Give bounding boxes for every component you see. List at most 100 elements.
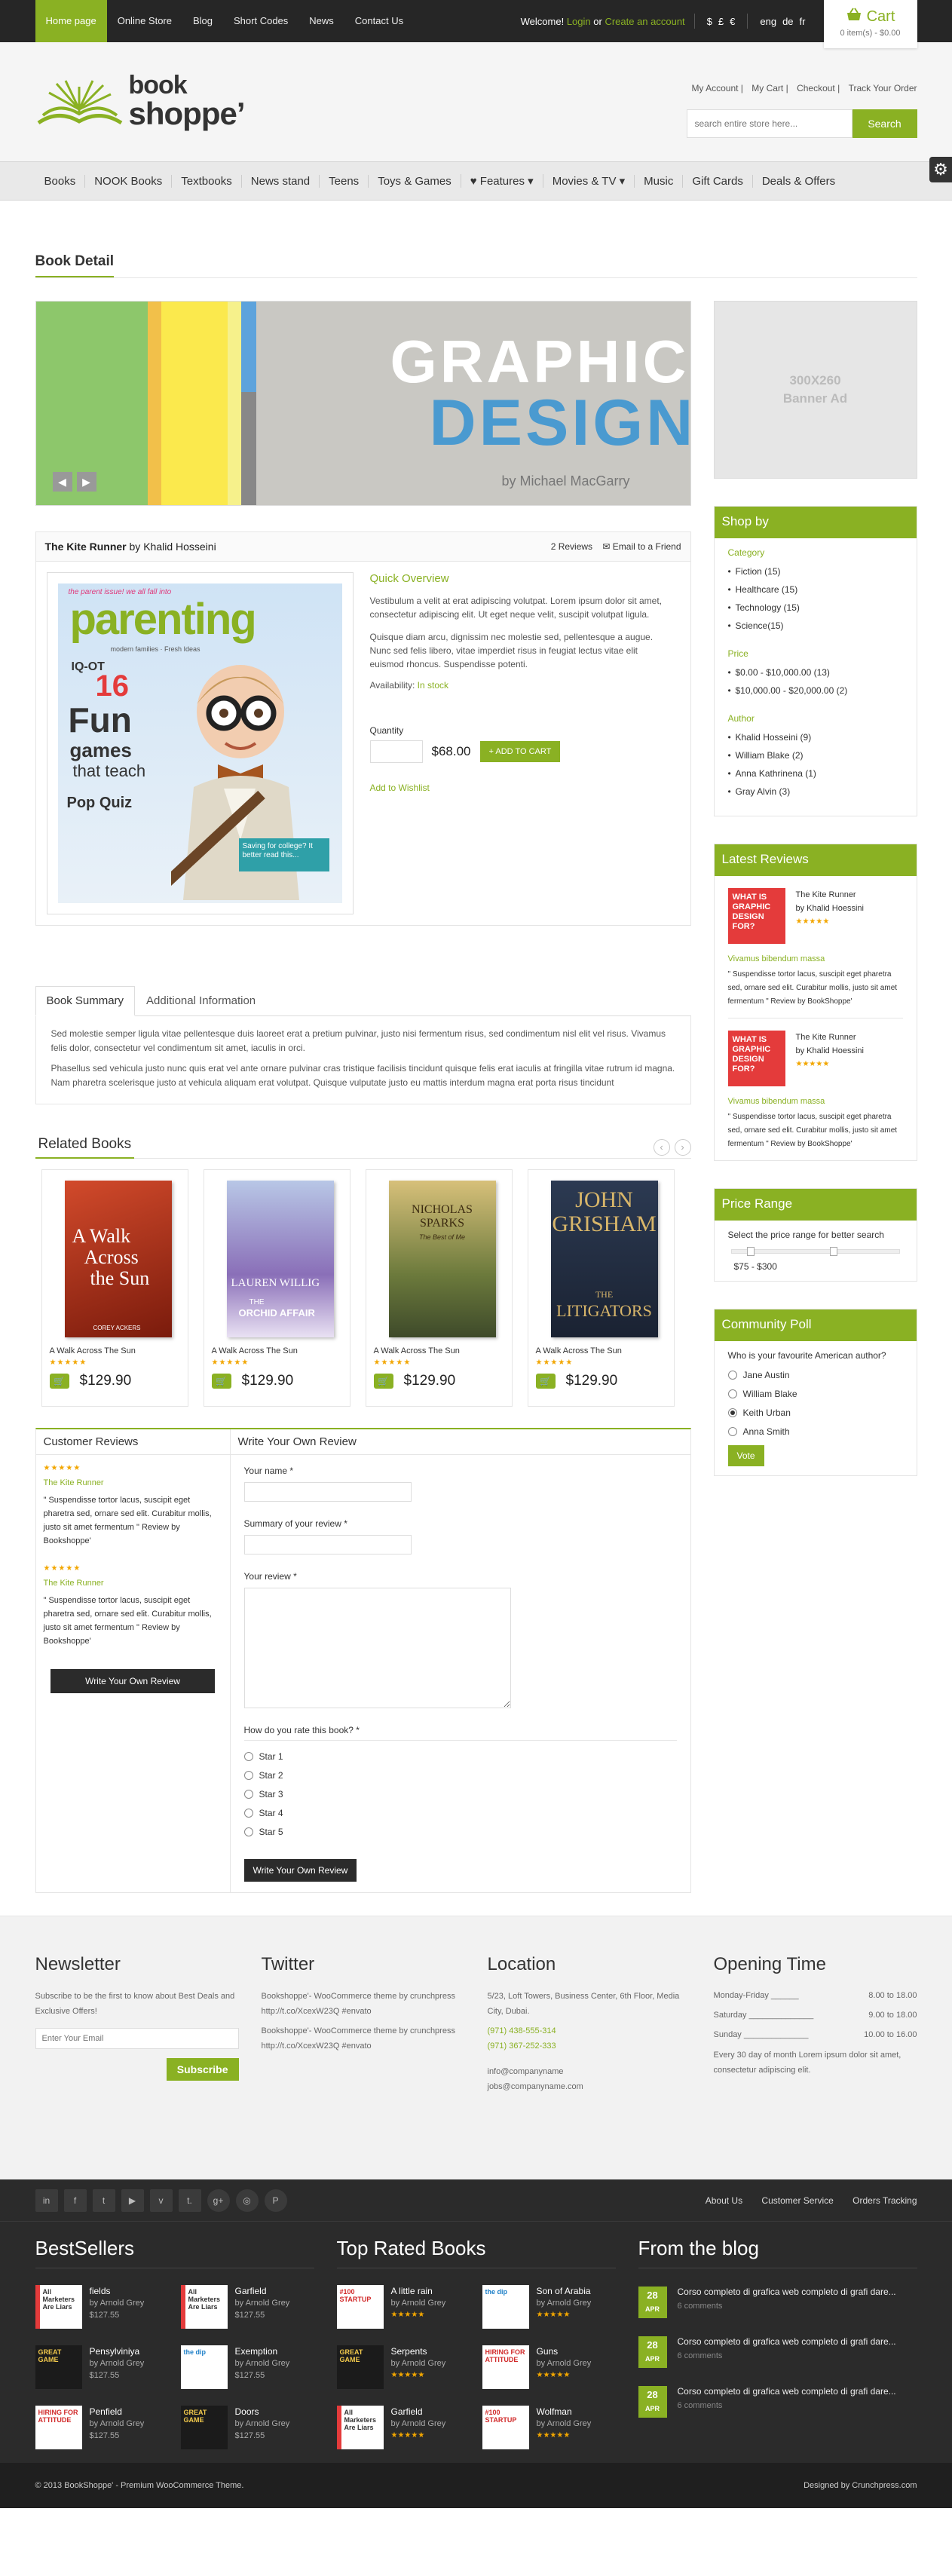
write-review-button[interactable]: Write Your Own Review [51,1669,215,1693]
logo[interactable]: book shoppe’ [35,72,246,130]
chevron-right-icon[interactable]: › [674,1138,691,1156]
name-field[interactable] [243,1482,412,1502]
latest-review-item[interactable]: WHAT IS GRAPHIC DESIGN FOR? The Kite Run… [727,885,903,944]
star-4-radio[interactable]: Star 4 [243,1803,677,1822]
nav-toys-games[interactable]: Toys & Games [368,174,461,188]
cart-widget[interactable]: Cart 0 item(s) - $0.00 [823,0,917,48]
bestseller-item[interactable]: HIRING FOR ATTITUDE Penfield by Arnold Gre… [35,2406,169,2449]
checkout-link[interactable]: Checkout [797,83,835,93]
newsletter-email-input[interactable] [35,2028,239,2049]
top-rated-item[interactable]: HIRING FOR ATTITUDE Guns by Arnold Grey ★★★… [482,2345,616,2389]
poll-option[interactable]: Jane Austin [727,1365,903,1384]
bestseller-item[interactable]: All Marketers Are Liars fields by Arnold G… [35,2285,169,2329]
nav-features[interactable]: ♥ Features ▾ [460,174,543,188]
youtube-icon[interactable]: ▶ [121,2189,144,2212]
gear-icon[interactable]: ⚙ [929,157,952,182]
pinterest-icon[interactable]: P [264,2189,287,2212]
related-book-card[interactable]: NICHOLAS SPARKS The Best of Me A Walk Ac… [365,1169,513,1407]
nav-movies-tv[interactable]: Movies & TV ▾ [542,174,634,188]
latest-review-item[interactable]: WHAT IS GRAPHIC DESIGN FOR? The Kite Run… [727,1028,903,1086]
top-rated-item[interactable]: #100 STARTUP Wolfman by Arnold Grey ★★★★★ [482,2406,616,2449]
nav-textbooks[interactable]: Textbooks [171,174,241,188]
top-rated-item[interactable]: GREAT GAME Serpents by Arnold Grey ★★★★★ [336,2345,470,2389]
email-2[interactable]: jobs@companyname.com [488,2079,691,2094]
add-to-wishlist-link[interactable]: Add to Wishlist [370,783,430,793]
basket-icon[interactable]: 🛒 [373,1374,393,1389]
tab-book-summary[interactable]: Book Summary [35,986,136,1016]
author-filter[interactable]: Anna Kathrinena (1) [728,764,903,783]
book-name[interactable]: A Walk Across The Sun [536,1346,666,1355]
email-1[interactable]: info@companyname [488,2064,691,2079]
linkedin-icon[interactable]: in [35,2189,58,2212]
basket-icon[interactable]: 🛒 [49,1374,69,1389]
poll-option[interactable]: Keith Urban [727,1403,903,1422]
quantity-input[interactable] [369,740,423,763]
category-fiction[interactable]: Fiction (15) [728,562,903,580]
login-link[interactable]: Login [567,16,591,27]
lang-de[interactable]: de [782,16,793,27]
review-textarea[interactable] [243,1588,511,1708]
nav-news-stand[interactable]: News stand [240,174,319,188]
book-name[interactable]: A Walk Across The Sun [50,1346,180,1355]
designed-by[interactable]: Designed by Crunchpress.com [804,2481,917,2490]
star-2-radio[interactable]: Star 2 [243,1766,677,1784]
submit-review-button[interactable]: Write Your Own Review [243,1859,357,1882]
search-input[interactable] [686,109,853,138]
add-to-cart-button[interactable]: + ADD TO CART [479,741,561,762]
bestseller-item[interactable]: the dip Exemption by Arnold Grey $127.55 [180,2345,314,2389]
review-book[interactable]: The Kite Runner [44,1478,222,1487]
blog-post[interactable]: 28 APR Corso completo di grafica web compl… [638,2287,917,2318]
category-technology[interactable]: Technology (15) [728,599,903,617]
price-slider[interactable] [730,1247,900,1256]
about-us-link[interactable]: About Us [706,2195,742,2206]
subscribe-button[interactable]: Subscribe [166,2058,239,2081]
nav-nook-books[interactable]: NOOK Books [84,174,171,188]
star-3-radio[interactable]: Star 3 [243,1784,677,1803]
related-book-card[interactable]: A Walk Across the Sun COREY ACKERS A Wal… [41,1169,188,1407]
slider-handle-max[interactable] [829,1247,837,1256]
banner-ad[interactable]: 300X260 Banner Ad [713,301,917,479]
star-1-radio[interactable]: Star 1 [243,1747,677,1766]
summary-field[interactable] [243,1535,412,1554]
my-account-link[interactable]: My Account [691,83,738,93]
related-book-card[interactable]: JOHN GRISHAM THE LITIGATORS A Walk Acros… [527,1169,675,1407]
customer-service-link[interactable]: Customer Service [761,2195,833,2206]
book-name[interactable]: A Walk Across The Sun [212,1346,342,1355]
basket-icon[interactable]: 🛒 [535,1374,556,1389]
tumblr-icon[interactable]: t. [178,2189,201,2212]
email-friend-link[interactable]: Email to a Friend [613,541,681,552]
top-nav-online-store[interactable]: Online Store [107,0,182,42]
currency-gbp[interactable]: £ [718,16,724,27]
price-filter[interactable]: $0.00 - $10,000.00 (13) [728,663,903,682]
currency-eur[interactable]: € [730,16,735,27]
author-filter[interactable]: Khalid Hosseini (9) [728,728,903,746]
bestseller-item[interactable]: All Marketers Are Liars Garfield by Arnold… [180,2285,314,2329]
review-book[interactable]: The Kite Runner [44,1579,222,1588]
nav-music[interactable]: Music [634,174,682,188]
blog-post[interactable]: 28 APR Corso completo di grafica web compl… [638,2336,917,2368]
lang-fr[interactable]: fr [800,16,806,27]
prev-arrow-icon[interactable]: ◀ [52,472,72,492]
star-5-radio[interactable]: Star 5 [243,1822,677,1841]
nav-gift-cards[interactable]: Gift Cards [682,174,752,188]
top-nav-news[interactable]: News [298,0,344,42]
nav-books[interactable]: Books [35,175,85,188]
lang-eng[interactable]: eng [760,16,776,27]
bestseller-item[interactable]: GREAT GAME Pensylviniya by Arnold Grey $127… [35,2345,169,2389]
top-rated-item[interactable]: All Marketers Are Liars Garfield by Arnold… [336,2406,470,2449]
category-healthcare[interactable]: Healthcare (15) [728,580,903,599]
related-book-card[interactable]: LAUREN WILLIG THE ORCHID AFFAIR A Walk A… [203,1169,350,1407]
top-rated-item[interactable]: the dip Son of Arabia by Arnold Grey ★★★★★ [482,2285,616,2329]
create-account-link[interactable]: Create an account [605,16,684,27]
category-science[interactable]: Science(15) [728,617,903,635]
my-cart-link[interactable]: My Cart [751,83,783,93]
top-nav-blog[interactable]: Blog [182,0,223,42]
top-nav-contact[interactable]: Contact Us [344,0,414,42]
tweet-link[interactable]: http://t.co/XcexW23Q #envato [262,2042,372,2051]
author-filter[interactable]: Gray Alvin (3) [728,783,903,801]
poll-option[interactable]: William Blake [727,1384,903,1403]
twitter-icon[interactable]: t [92,2189,115,2212]
top-rated-item[interactable]: #100 STARTUP A little rain by Arnold Grey ★… [336,2285,470,2329]
chevron-left-icon[interactable]: ‹ [653,1138,670,1156]
vote-button[interactable]: Vote [727,1445,764,1466]
